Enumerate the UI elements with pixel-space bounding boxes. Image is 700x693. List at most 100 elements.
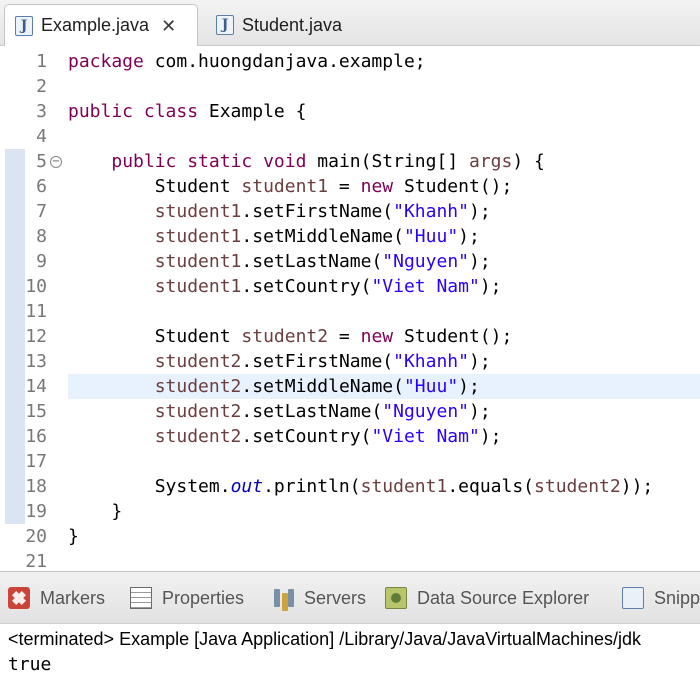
data-source-icon: [385, 587, 407, 609]
java-file-icon: J: [15, 15, 33, 36]
code-text: student2.setMiddleName("Huu");: [68, 374, 480, 399]
close-icon[interactable]: ✕: [161, 17, 176, 35]
code-line[interactable]: 9 student1.setLastName("Nguyen");: [0, 249, 700, 274]
line-number: 14: [25, 376, 47, 397]
tab-student-java[interactable]: J Student.java: [206, 4, 406, 46]
tab-properties[interactable]: Properties: [130, 584, 244, 612]
line-number: 10: [25, 276, 47, 297]
tab-label: Snipp: [654, 587, 700, 608]
line-number: 7: [36, 201, 47, 222]
code-line[interactable]: 14 student2.setMiddleName("Huu");: [0, 374, 700, 399]
line-number: 4: [36, 126, 47, 147]
tab-data-source-explorer[interactable]: Data Source Explorer: [385, 584, 589, 612]
code-line[interactable]: 15 student2.setLastName("Nguyen");: [0, 399, 700, 424]
code-text: student2.setLastName("Nguyen");: [68, 399, 491, 424]
code-token: main(String[]: [306, 151, 469, 172]
tab-markers[interactable]: Markers: [8, 584, 105, 612]
code-line[interactable]: 10 student1.setCountry("Viet Nam");: [0, 274, 700, 299]
code-token: com.huongdanjava.example;: [143, 51, 426, 72]
code-token: Student: [68, 326, 242, 347]
code-token: "Nguyen": [382, 251, 469, 272]
code-token: "Khanh": [393, 351, 469, 372]
code-token: new: [360, 326, 394, 347]
console-status: <terminated> Example [Java Application] …: [8, 629, 641, 649]
code-line[interactable]: 17: [0, 449, 700, 474]
code-token: .setLastName(: [241, 401, 383, 422]
line-number: 11: [25, 301, 47, 322]
code-line[interactable]: 6 Student student1 = new Student();: [0, 174, 700, 199]
code-token: student1: [154, 201, 242, 222]
code-token: .setCountry(: [241, 426, 372, 447]
code-line[interactable]: 13 student2.setFirstName("Khanh");: [0, 349, 700, 374]
code-line[interactable]: 8 student1.setMiddleName("Huu");: [0, 224, 700, 249]
code-line[interactable]: 11: [0, 299, 700, 324]
code-token: =: [328, 176, 361, 197]
line-number: 15: [25, 401, 47, 422]
tab-snippets[interactable]: Snipp: [622, 584, 700, 612]
code-token: student2: [154, 401, 242, 422]
code-line[interactable]: 3 public class Example {: [0, 99, 700, 124]
tab-label: Student.java: [242, 14, 343, 35]
code-token: student2: [241, 326, 329, 347]
code-text: System.out.println(student1.equals(stude…: [68, 474, 654, 499]
console-panel: Markers Properties Servers Data Source E…: [0, 571, 700, 693]
code-token: .setLastName(: [241, 251, 383, 272]
code-editor[interactable]: 1 package com.huongdanjava.example; 2 3 publ…: [0, 47, 700, 567]
code-line[interactable]: 21: [0, 549, 700, 567]
code-line[interactable]: 16 student2.setCountry("Viet Nam");: [0, 424, 700, 449]
console-output[interactable]: true: [8, 654, 51, 676]
code-text: student2.setCountry("Viet Nam");: [68, 424, 502, 449]
tab-label: Servers: [304, 587, 367, 608]
code-token: "Khanh": [393, 201, 469, 222]
code-token: .setCountry(: [241, 276, 372, 297]
panel-tab-bar: Markers Properties Servers Data Source E…: [0, 572, 700, 624]
tab-example-java[interactable]: J Example.java ✕: [4, 4, 198, 46]
code-line[interactable]: 1 package com.huongdanjava.example;: [0, 49, 700, 74]
markers-icon: [8, 587, 30, 609]
tab-label: Data Source Explorer: [417, 587, 590, 608]
code-text: }: [68, 499, 122, 524]
code-token: .println(: [263, 476, 361, 497]
code-line[interactable]: 7 student1.setFirstName("Khanh");: [0, 199, 700, 224]
code-token: .setMiddleName(: [241, 376, 404, 397]
code-text: student1.setFirstName("Khanh");: [68, 199, 491, 224]
code-token: public class: [68, 101, 199, 122]
tab-servers[interactable]: Servers: [272, 584, 366, 612]
collapse-icon[interactable]: −: [50, 156, 62, 168]
code-text: student1.setMiddleName("Huu");: [68, 224, 480, 249]
code-token: public static void: [111, 151, 307, 172]
code-line[interactable]: 20}: [0, 524, 700, 549]
line-number: 12: [25, 326, 47, 347]
line-number: 9: [36, 251, 47, 272]
code-text: student2.setFirstName("Khanh");: [68, 349, 491, 374]
code-token: .setMiddleName(: [241, 226, 404, 247]
code-text: public class Example {: [68, 99, 306, 124]
line-number: 17: [25, 451, 47, 472]
code-token: student2: [154, 351, 242, 372]
code-token: Student();: [393, 326, 513, 347]
code-token: );: [468, 201, 491, 222]
code-token: Student();: [393, 176, 513, 197]
code-token: Student: [68, 176, 242, 197]
code-token: student1: [154, 276, 242, 297]
code-token: "Huu": [403, 226, 459, 247]
code-token: =: [328, 326, 361, 347]
code-line[interactable]: 2: [0, 74, 700, 99]
code-text: Student student2 = new Student();: [68, 324, 513, 349]
code-token: new: [360, 176, 394, 197]
code-token: System.: [68, 476, 231, 497]
code-line[interactable]: 18 System.out.println(student1.equals(st…: [0, 474, 700, 499]
code-line[interactable]: 4: [0, 124, 700, 149]
code-token: out: [230, 476, 264, 497]
tab-label: Example.java: [41, 15, 150, 35]
code-token: "Huu": [403, 376, 459, 397]
code-token: );: [479, 276, 502, 297]
code-line[interactable]: 5− public static void main(String[] args…: [0, 149, 700, 174]
code-line[interactable]: 12 Student student2 = new Student();: [0, 324, 700, 349]
code-line[interactable]: 19 }: [0, 499, 700, 524]
